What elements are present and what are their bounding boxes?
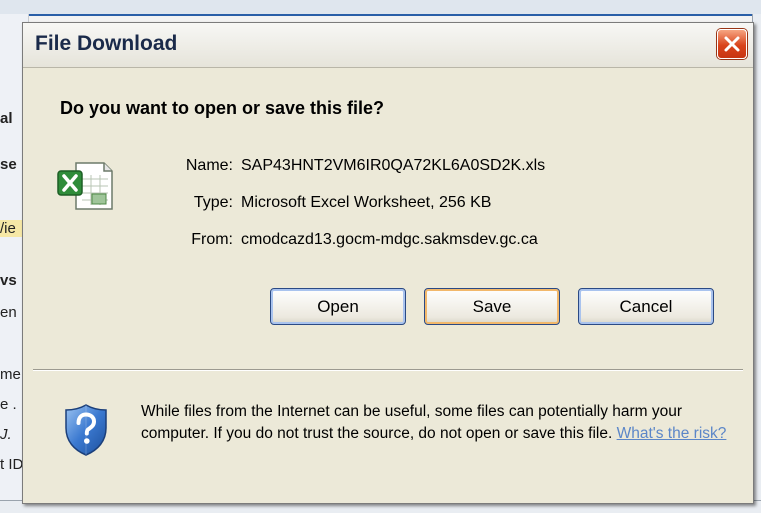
excel-file-icon (57, 162, 113, 210)
file-download-dialog: File Download Do you want to open or sav… (22, 22, 754, 504)
warning-text: While files from the Internet can be use… (141, 403, 683, 442)
file-source-label: From: (191, 231, 233, 248)
shield-question-icon (65, 404, 107, 456)
file-source-value: cmodcazd13.gocm-mdgc.sakmsdev.gc.ca (241, 231, 538, 248)
dialog-titlebar[interactable]: File Download (23, 23, 753, 68)
dialog-title: File Download (35, 32, 178, 55)
open-button[interactable]: Open (270, 288, 406, 325)
background-toolbar (0, 0, 761, 16)
file-type-label: Type: (193, 194, 233, 211)
close-icon (724, 36, 740, 52)
save-button[interactable]: Save (424, 288, 560, 325)
close-button[interactable] (717, 29, 747, 59)
file-name-label: Name: (185, 157, 233, 174)
file-name-value: SAP43HNT2VM6IR0QA72KL6A0SD2K.xls (241, 157, 546, 174)
dialog-question: Do you want to open or save this file? (60, 98, 385, 118)
whats-the-risk-link[interactable]: What's the risk? (617, 425, 727, 442)
security-warning: While files from the Internet can be use… (141, 401, 731, 445)
file-type-value: Microsoft Excel Worksheet, 256 KB (241, 194, 492, 211)
cancel-button[interactable]: Cancel (578, 288, 714, 325)
dialog-separator (33, 369, 743, 371)
